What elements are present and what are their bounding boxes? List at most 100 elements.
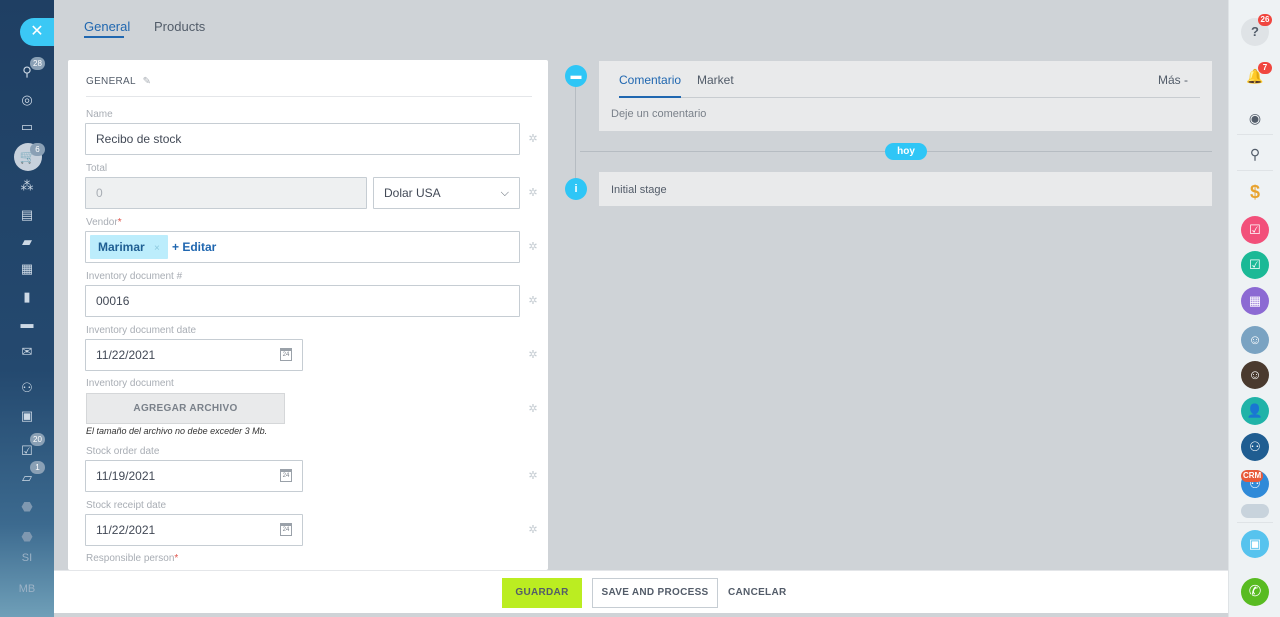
phone-icon[interactable]: ✆ [1241, 578, 1269, 606]
vendor-label-text: Vendor [86, 217, 118, 228]
vendor-chip[interactable]: Marimar × [90, 235, 168, 259]
cancel-button[interactable]: CANCELAR [728, 578, 787, 608]
timeline-line [575, 80, 576, 190]
filter-counter-badge: 28 [30, 57, 45, 70]
calendar-icon[interactable]: 24 [280, 348, 292, 361]
required-mark: * [174, 553, 179, 564]
tab-general[interactable]: General [84, 19, 130, 34]
document-icon[interactable]: ▮ [17, 287, 37, 307]
notifications-counter-badge: 7 [1258, 62, 1272, 74]
database-icon[interactable]: ⬣ [17, 497, 37, 517]
chat-counter-badge: 1 [30, 461, 45, 474]
tab-active-indicator [84, 36, 124, 38]
comment-bubble-icon: ▬ [565, 65, 587, 87]
right-sidebar-divider [1237, 170, 1273, 171]
tasks-counter-badge: 20 [30, 433, 45, 446]
tab-market[interactable]: Market [697, 73, 734, 87]
stock-receipt-date-field[interactable]: 11/22/2021 24 [85, 514, 303, 546]
chat-bubbles-icon[interactable]: ▰ [17, 232, 37, 252]
tab-products[interactable]: Products [154, 19, 205, 34]
responsible-person-label-text: Responsible person [86, 553, 175, 564]
inventory-date-field[interactable]: 11/22/2021 24 [85, 339, 303, 371]
close-slider-button[interactable]: ✕ [20, 18, 54, 46]
group-chat-icon[interactable]: ⚇ [1241, 433, 1269, 461]
save-button[interactable]: GUARDAR [502, 578, 582, 608]
calendar-icon[interactable]: 24 [280, 523, 292, 536]
avatar[interactable]: ☺ [1241, 326, 1269, 354]
target-icon[interactable]: ◎ [17, 90, 37, 110]
task-check-green-icon[interactable]: ☑ [1241, 251, 1269, 279]
required-mark: * [117, 217, 122, 228]
timeline-active-tab-indicator [619, 96, 681, 98]
vendor-chip-label: Marimar [98, 240, 145, 254]
general-form-panel: GENERAL ✎ Name Recibo de stock ✲ Total 0… [68, 60, 548, 570]
chevron-down-icon: ⌵ [500, 187, 509, 199]
gear-icon[interactable]: ✲ [527, 349, 539, 361]
gear-icon[interactable]: ✲ [527, 187, 539, 199]
pencil-icon[interactable]: ✎ [143, 76, 152, 87]
inventory-number-field[interactable]: 00016 [85, 285, 520, 317]
currency-value: Dolar USA [384, 186, 441, 200]
section-divider [86, 96, 532, 97]
drive-icon[interactable]: ▬ [17, 314, 37, 334]
page-icon[interactable]: ▤ [17, 205, 37, 225]
inventory-document-label: Inventory document [86, 378, 174, 389]
sidebar-label-mb[interactable]: MB [0, 583, 54, 595]
responsible-person-label: Responsible person* [86, 553, 178, 564]
currency-select[interactable]: Dolar USA ⌵ [373, 177, 520, 209]
connections-icon[interactable]: ⁂ [17, 176, 37, 196]
more-dropdown[interactable]: Más - [1158, 73, 1188, 87]
timeline-editor: Comentario Market Más - Deje un comentar… [599, 61, 1212, 131]
right-sidebar-divider [1237, 522, 1273, 523]
timeline-stage-card: Initial stage [599, 172, 1212, 206]
tab-comentario[interactable]: Comentario [619, 73, 681, 87]
gear-icon[interactable]: ✲ [527, 403, 539, 415]
vendor-field[interactable]: Marimar × + Editar [85, 231, 520, 263]
section-title-text: GENERAL [86, 76, 136, 87]
stock-order-date-value: 11/19/2021 [96, 469, 156, 483]
gear-icon[interactable]: ✲ [527, 241, 539, 253]
stock-order-date-field[interactable]: 11/19/2021 24 [85, 460, 303, 492]
name-field[interactable]: Recibo de stock [85, 123, 520, 155]
gear-icon[interactable]: ✲ [527, 295, 539, 307]
task-check-pink-icon[interactable]: ☑ [1241, 216, 1269, 244]
right-sidebar: ? 26 🔔 7 ◉ ⚲ $ ☑ ☑ ▦ ☺ ☺ 👤 ⚇ ⚇ CRM ▣ ✆ [1228, 0, 1280, 617]
user-icon[interactable]: 👤 [1241, 397, 1269, 425]
comment-input[interactable]: Deje un comentario [611, 108, 706, 120]
vendor-label: Vendor* [86, 217, 122, 228]
chip-remove-icon[interactable]: × [154, 243, 160, 254]
add-file-button[interactable]: AGREGAR ARCHIVO [86, 393, 285, 424]
right-sidebar-divider [1237, 134, 1273, 135]
crm-label: CRM [1241, 470, 1264, 482]
window-icon[interactable]: ▭ [17, 117, 37, 137]
dollar-lock-icon[interactable]: $ [1241, 178, 1269, 206]
cart-counter-badge: 6 [30, 143, 45, 156]
calendar-icon[interactable]: 24 [280, 469, 292, 482]
app-root: ✕ ⚲ 28 ◎ ▭ 🛒 6 ⁂ ▤ ▰ ▦ ▮ ▬ ✉ ⚇ ▣ ☑ 20 ▱ … [0, 0, 1280, 617]
stock-order-date-label: Stock order date [86, 446, 160, 457]
stage-text: Initial stage [611, 184, 667, 196]
avatar[interactable]: ☺ [1241, 361, 1269, 389]
calendar-purple-icon[interactable]: ▦ [1241, 287, 1269, 315]
calendar-icon[interactable]: ▦ [17, 259, 37, 279]
group-icon[interactable]: ⚇ [17, 378, 37, 398]
gear-icon[interactable]: ✲ [527, 470, 539, 482]
mail-icon[interactable]: ✉ [17, 342, 37, 362]
drive-share-icon[interactable]: ▣ [1241, 530, 1269, 558]
gear-icon[interactable]: ✲ [527, 524, 539, 536]
save-and-process-button[interactable]: SAVE AND PROCESS [592, 578, 718, 608]
messenger-icon[interactable]: ◉ [1241, 104, 1269, 132]
search-icon[interactable]: ⚲ [1241, 140, 1269, 168]
sidebar-label-si[interactable]: SI [0, 552, 54, 564]
section-title: GENERAL ✎ [86, 76, 151, 87]
stock-receipt-date-label: Stock receipt date [86, 500, 167, 511]
file-size-hint: El tamaño del archivo no debe exceder 3 … [86, 426, 268, 436]
contact-card-icon[interactable]: ▣ [17, 406, 37, 426]
inventory-date-label: Inventory document date [86, 325, 197, 336]
today-badge: hoy [885, 143, 927, 160]
vendor-edit-link[interactable]: + Editar [172, 232, 216, 262]
database-secondary-icon[interactable]: ⬣ [17, 527, 37, 547]
gear-icon[interactable]: ✲ [527, 133, 539, 145]
avatar[interactable] [1241, 504, 1269, 518]
bottom-action-bar: GUARDAR SAVE AND PROCESS CANCELAR [54, 570, 1228, 613]
